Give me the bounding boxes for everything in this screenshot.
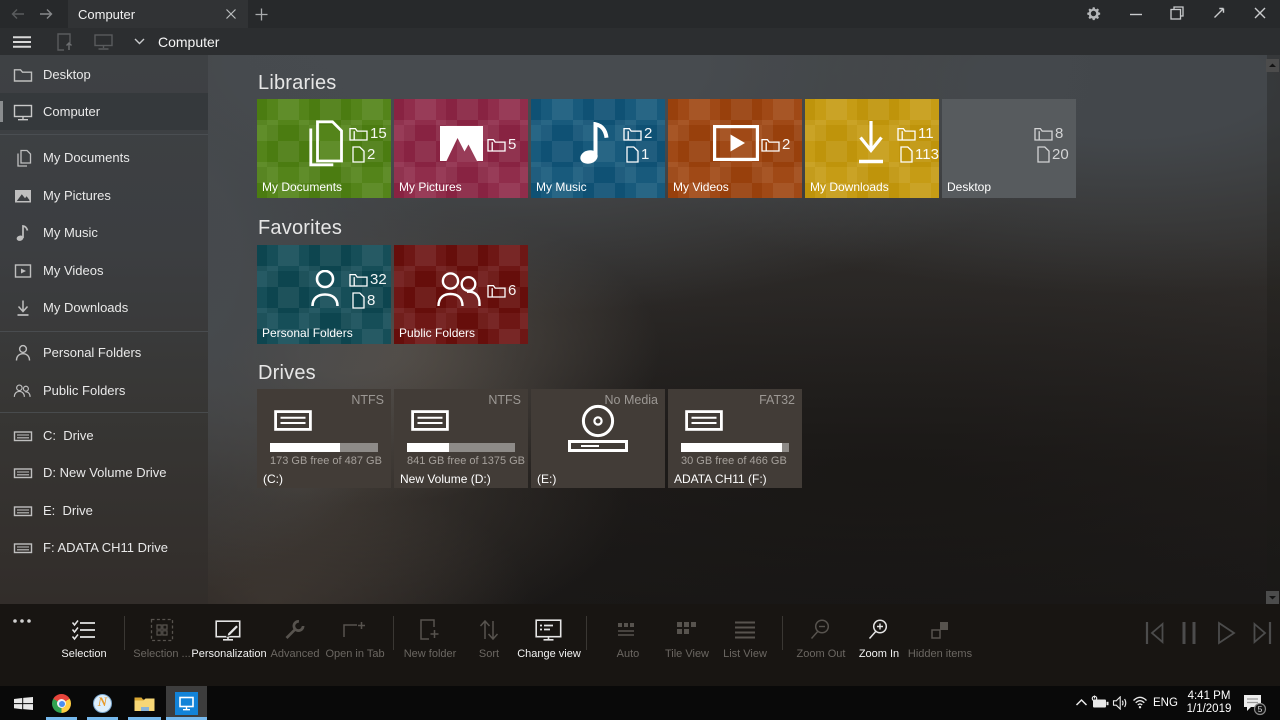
svg-text:5: 5 xyxy=(1258,704,1263,714)
